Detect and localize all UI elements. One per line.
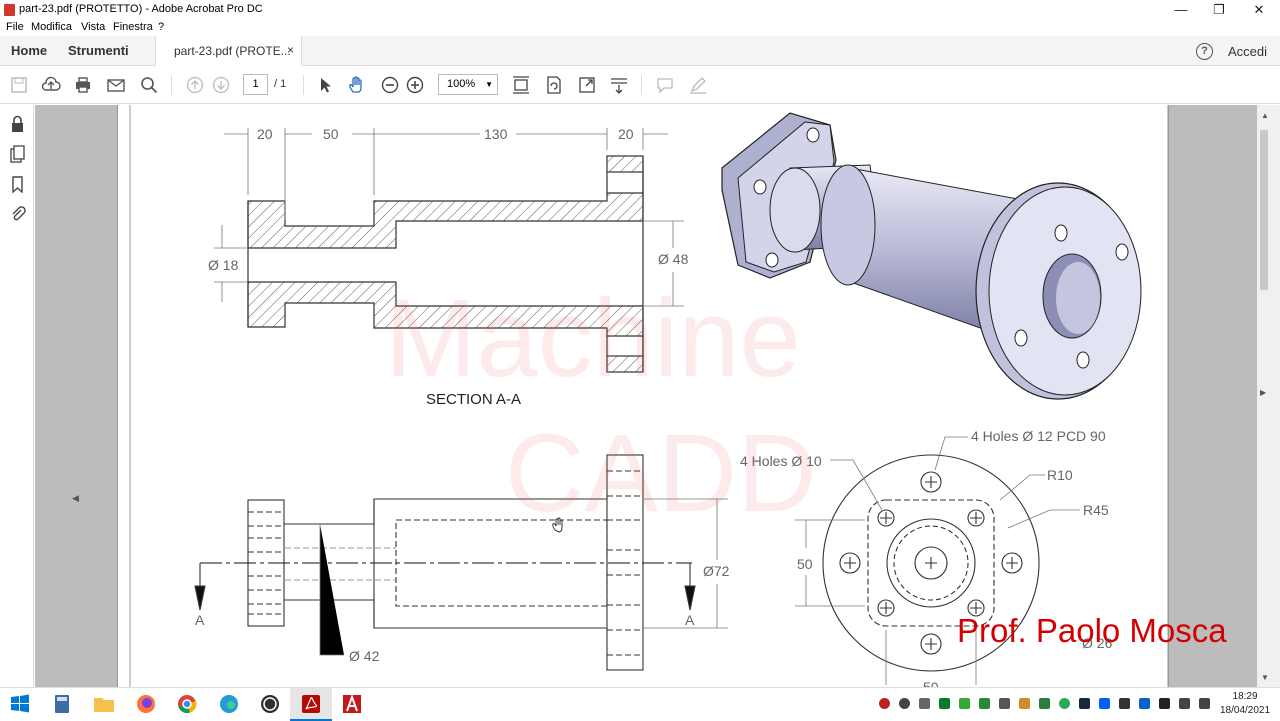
bluetooth-icon[interactable]: [1139, 698, 1150, 709]
menu-help[interactable]: ?: [158, 21, 164, 33]
save-icon[interactable]: [9, 75, 29, 95]
tab-document[interactable]: part-23.pdf (PROTE... ×: [155, 36, 302, 66]
zoom-in-icon[interactable]: [405, 75, 425, 95]
file-explorer-icon[interactable]: [92, 692, 116, 716]
sign-in-link[interactable]: Accedi: [1228, 44, 1267, 59]
tab-home[interactable]: Home: [11, 43, 47, 58]
collapse-right-panel-icon[interactable]: ▶: [1260, 388, 1266, 397]
autocad-icon[interactable]: [340, 692, 364, 716]
toolbar-separator: [171, 75, 172, 95]
menu-modifica[interactable]: Modifica: [31, 21, 72, 33]
bookmark-icon[interactable]: [9, 175, 26, 194]
battery-icon[interactable]: [1159, 698, 1170, 709]
obs-icon[interactable]: [258, 692, 282, 716]
zoom-out-icon[interactable]: [380, 75, 400, 95]
edge-icon[interactable]: [217, 692, 241, 716]
minimize-button[interactable]: —: [1166, 2, 1196, 17]
tab-tools[interactable]: Strumenti: [68, 43, 129, 58]
page-number-input[interactable]: 1: [243, 74, 268, 95]
collapse-left-panel-icon[interactable]: ◀: [72, 493, 79, 504]
tray-app-icon[interactable]: [879, 698, 890, 709]
lock-icon[interactable]: [9, 115, 26, 133]
clock-date: 18/04/2021: [1220, 705, 1271, 716]
full-screen-icon[interactable]: [577, 75, 597, 95]
chevron-down-icon: ▼: [485, 80, 493, 89]
system-clock[interactable]: 18:29 18/04/2021: [1220, 690, 1270, 718]
dropbox-icon[interactable]: [1099, 698, 1110, 709]
steam-icon[interactable]: [1079, 698, 1090, 709]
pages-icon[interactable]: [9, 145, 26, 163]
acrobat-task-icon[interactable]: [299, 692, 323, 716]
tray-card-icon[interactable]: [1119, 698, 1130, 709]
upload-icon[interactable]: [41, 75, 61, 95]
tray-usb-icon[interactable]: [919, 698, 930, 709]
tray-a-icon[interactable]: [979, 698, 990, 709]
firefox-icon[interactable]: [134, 692, 158, 716]
tray-shield-icon[interactable]: [939, 698, 950, 709]
tray-nvidia-icon[interactable]: [1039, 698, 1050, 709]
windows-start-icon[interactable]: [8, 692, 32, 716]
tray-monitor-icon[interactable]: [999, 698, 1010, 709]
acrobat-app-icon: [4, 4, 15, 16]
attachment-icon[interactable]: [9, 204, 26, 222]
zoom-level-select[interactable]: 100% ▼: [438, 74, 498, 95]
menu-bar: File Modifica Vista Finestra ?: [0, 20, 1280, 36]
windows-taskbar: 18:29 18/04/2021: [0, 687, 1280, 721]
tab-document-label: part-23.pdf (PROTE...: [174, 44, 291, 58]
scroll-up-icon[interactable]: ▲: [1261, 111, 1269, 120]
select-cursor-icon[interactable]: [315, 75, 335, 95]
close-window-button[interactable]: ✕: [1244, 2, 1274, 18]
toolbar-separator: [641, 75, 642, 95]
tray-green-icon[interactable]: [959, 698, 970, 709]
rotate-page-icon[interactable]: [544, 75, 564, 95]
wifi-icon[interactable]: [1179, 698, 1190, 709]
onedrive-icon[interactable]: [899, 698, 910, 709]
clock-time: 18:29: [1232, 691, 1258, 702]
menu-finestra[interactable]: Finestra: [113, 21, 153, 33]
menu-file[interactable]: File: [6, 21, 24, 33]
scroll-down-icon[interactable]: ▼: [1261, 673, 1269, 682]
hand-tool-icon[interactable]: [347, 75, 367, 95]
tab-bar: Home Strumenti part-23.pdf (PROTE... × ?…: [0, 36, 1280, 66]
print-icon[interactable]: [73, 75, 93, 95]
tray-whatsapp-icon[interactable]: [1059, 698, 1070, 709]
close-tab-icon[interactable]: ×: [287, 43, 294, 57]
window-title: part-23.pdf (PROTETTO) - Adobe Acrobat P…: [19, 3, 263, 15]
search-icon[interactable]: [139, 75, 159, 95]
comment-icon[interactable]: [655, 75, 675, 95]
volume-icon[interactable]: [1199, 698, 1210, 709]
watermark-machine: Machine: [385, 277, 801, 400]
fit-page-icon[interactable]: [511, 75, 531, 95]
toolbar: [0, 66, 1280, 104]
watermark-cadd: CADD: [505, 412, 817, 535]
scrollbar-thumb[interactable]: [1260, 130, 1268, 290]
left-tool-panel: [0, 105, 34, 687]
next-page-icon[interactable]: [211, 75, 231, 95]
menu-vista[interactable]: Vista: [81, 21, 105, 33]
chrome-icon[interactable]: [175, 692, 199, 716]
draw-pen-icon[interactable]: [688, 75, 708, 95]
email-icon[interactable]: [106, 75, 126, 95]
page-total-label: / 1: [274, 78, 287, 90]
title-bar: part-23.pdf (PROTETTO) - Adobe Acrobat P…: [0, 0, 1280, 20]
help-icon[interactable]: ?: [1196, 43, 1213, 60]
scrolling-mode-icon[interactable]: [609, 75, 629, 95]
restore-button[interactable]: ❐: [1204, 2, 1234, 18]
previous-page-icon[interactable]: [185, 75, 205, 95]
calculator-icon[interactable]: [50, 692, 74, 716]
zoom-value: 100%: [447, 78, 476, 90]
toolbar-separator: [303, 75, 304, 95]
tray-network-icon[interactable]: [1019, 698, 1030, 709]
author-credit: Prof. Paolo Mosca: [957, 612, 1227, 649]
